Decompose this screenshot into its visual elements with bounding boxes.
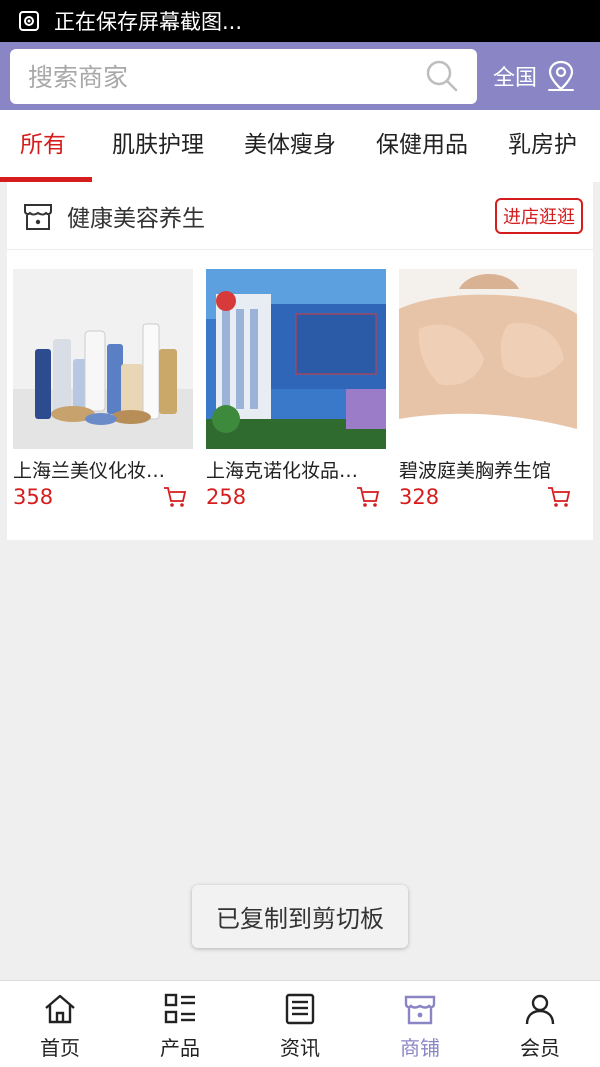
price-row: 358 [13,485,193,509]
tab-body-slimming[interactable]: 美体瘦身 [224,110,356,182]
tab-skin-care[interactable]: 肌肤护理 [92,110,224,182]
header: 搜索商家 全国 [0,42,600,110]
product-item[interactable]: 上海兰美仪化妆… 358 [13,269,193,509]
cart-icon[interactable] [163,486,187,508]
tab-breast-care[interactable]: 乳房护 [488,110,597,182]
status-bar: 正在保存屏幕截图... [0,0,600,42]
product-image-cosmetics[interactable] [13,269,193,449]
store-icon [404,995,436,1025]
product-image-massage[interactable] [399,269,579,449]
store-icon [24,203,52,230]
nav-products-label: 产品 [160,1036,200,1060]
region-selector[interactable]: 全国 [493,59,577,93]
product-price: 358 [13,485,54,509]
search-input[interactable]: 搜索商家 [10,48,477,104]
user-icon [525,994,555,1025]
product-name[interactable]: 碧波庭美胸养生馆 [399,456,577,483]
product-item[interactable]: 碧波庭美胸养生馆 328 [399,269,577,509]
product-item[interactable]: 上海克诺化妆品… 258 [206,269,386,509]
bottom-nav: 首页 产品 资讯 商铺 会员 [0,980,600,1067]
nav-member[interactable]: 会员 [480,981,600,1067]
price-row: 328 [399,485,577,509]
product-list: 上海兰美仪化妆… 358 上海克诺化妆品… 258 碧波庭美胸养生馆 328 [7,250,593,509]
region-label: 全国 [493,66,538,91]
news-icon [285,993,315,1025]
search-placeholder: 搜索商家 [28,63,129,92]
cart-icon[interactable] [547,486,571,508]
search-icon[interactable] [425,59,459,93]
cart-icon[interactable] [356,486,380,508]
visit-shop-button[interactable]: 进店逛逛 [495,197,583,234]
nav-stores[interactable]: 商铺 [360,981,480,1067]
shop-header: 健康美容养生 进店逛逛 [7,182,593,250]
nav-home-label: 首页 [40,1036,80,1060]
tab-health-products[interactable]: 保健用品 [356,110,488,182]
status-text: 正在保存屏幕截图... [54,10,243,34]
nav-home[interactable]: 首页 [0,981,120,1067]
nav-member-label: 会员 [520,1036,560,1060]
product-price: 258 [206,485,247,509]
nav-news-label: 资讯 [280,1036,320,1060]
grid-list-icon [164,993,195,1024]
shop-name: 健康美容养生 [67,205,205,232]
toast-message: 已复制到剪切板 [192,885,408,948]
screenshot-icon [19,11,39,31]
tab-all[interactable]: 所有 [0,110,92,182]
product-name[interactable]: 上海兰美仪化妆… [13,456,193,483]
shop-card: 健康美容养生 进店逛逛 上海兰美仪化妆… 358 上海克诺化妆品… 258 碧波… [7,182,593,540]
location-pin-icon [548,60,575,91]
product-price: 328 [399,485,440,509]
nav-news[interactable]: 资讯 [240,981,360,1067]
home-icon [45,994,75,1024]
nav-stores-label: 商铺 [400,1036,440,1060]
product-image-building[interactable] [206,269,386,449]
price-row: 258 [206,485,386,509]
product-name[interactable]: 上海克诺化妆品… [206,456,386,483]
category-tabs: 所有 肌肤护理 美体瘦身 保健用品 乳房护 [0,110,600,182]
nav-products[interactable]: 产品 [120,981,240,1067]
